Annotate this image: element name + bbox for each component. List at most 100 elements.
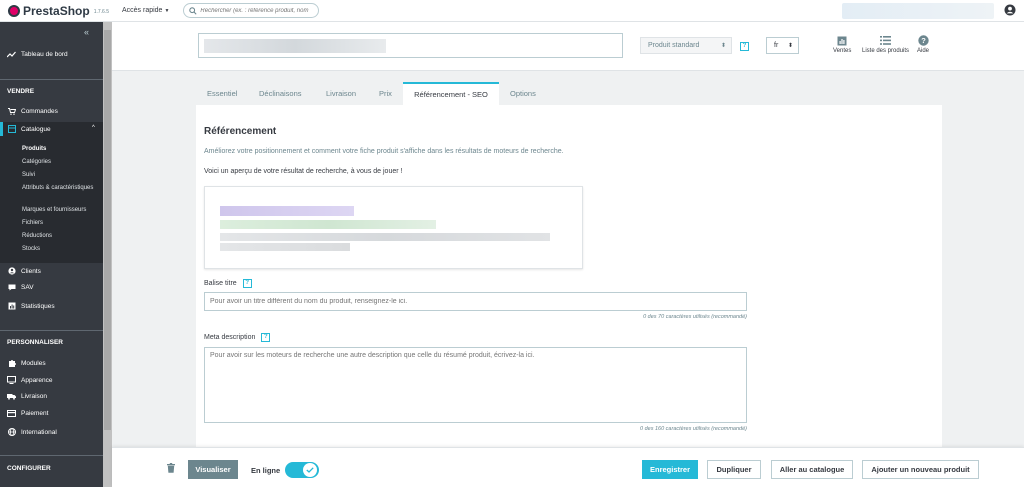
meta-description-counter: 0 des 160 caractères utilisés (recommand… xyxy=(640,426,747,432)
seo-panel: Référencement Améliorez votre positionne… xyxy=(196,105,942,447)
submenu-item-attributes[interactable]: Attributs & caractéristiques xyxy=(22,185,102,192)
help-label: Aide xyxy=(917,48,930,54)
submenu-item-discounts[interactable]: Réductions xyxy=(22,233,102,240)
sidebar-item-label: SAV xyxy=(21,284,34,291)
add-new-product-button[interactable]: Ajouter un nouveau produit xyxy=(862,460,979,479)
sidebar-item-dashboard[interactable]: Tableau de bord xyxy=(7,51,68,58)
save-button[interactable]: Enregistrer xyxy=(642,460,698,479)
sidebar-item-label: Livraison xyxy=(21,393,48,400)
product-name-input[interactable] xyxy=(198,33,623,58)
top-header: PrestaShop 1.7.6.5 Accès rapide ▼ xyxy=(0,0,1024,22)
version-number: 1.7.6.5 xyxy=(93,9,109,15)
caret-down-icon: ▼ xyxy=(164,7,170,14)
truck-icon xyxy=(7,393,16,400)
help-icon[interactable]: ? xyxy=(261,333,271,342)
sidebar-item-catalog[interactable]: Catalogue xyxy=(7,125,51,133)
catalog-icon xyxy=(7,125,16,133)
go-to-catalog-button[interactable]: Aller au catalogue xyxy=(771,460,853,479)
search-bar[interactable] xyxy=(183,3,320,18)
trash-icon[interactable] xyxy=(167,463,175,475)
monitor-icon xyxy=(7,376,16,384)
help-button[interactable]: ? Aide xyxy=(917,35,929,54)
sidebar-item-customers[interactable]: Clients xyxy=(7,267,41,275)
sidebar: « Tableau de bord VENDRE Commandes Catal… xyxy=(0,22,103,487)
sidebar-item-international[interactable]: International xyxy=(7,428,57,436)
help-icon[interactable]: ? xyxy=(740,42,749,51)
tab-options[interactable]: Options xyxy=(510,82,536,105)
sales-label: Ventes xyxy=(833,48,852,54)
tab-essentials[interactable]: Essentiel xyxy=(207,82,237,105)
sidebar-item-modules[interactable]: Modules xyxy=(7,359,46,367)
submenu-item-categories[interactable]: Catégories xyxy=(22,159,102,166)
svg-text:?: ? xyxy=(921,36,926,45)
meta-title-label-text: Balise titre xyxy=(204,280,237,287)
sidebar-item-label: Apparence xyxy=(21,376,53,384)
account-icon[interactable] xyxy=(1004,4,1016,18)
user-icon xyxy=(7,267,16,275)
online-toggle[interactable] xyxy=(285,462,319,478)
sidebar-item-label: Statistiques xyxy=(21,302,55,310)
meta-description-label: Meta description ? xyxy=(204,333,271,342)
product-list-button[interactable]: Liste des produits xyxy=(862,35,909,54)
list-icon xyxy=(880,35,892,46)
bar-chart-icon xyxy=(7,302,16,310)
credit-card-icon xyxy=(7,410,16,417)
meta-description-textarea[interactable] xyxy=(204,347,747,423)
product-header: Produit standard ⬍ ? fr ⬍ Ventes Liste d… xyxy=(112,22,1024,71)
search-result-preview xyxy=(204,186,583,269)
active-indicator xyxy=(0,122,3,136)
divider xyxy=(0,330,103,331)
tab-seo[interactable]: Référencement - SEO xyxy=(403,82,499,105)
sidebar-item-support[interactable]: SAV xyxy=(7,284,34,291)
scrollbar-thumb[interactable] xyxy=(104,30,111,430)
prestashop-logo[interactable]: PrestaShop 1.7.6.5 xyxy=(8,4,109,18)
tab-combinations[interactable]: Déclinaisons xyxy=(259,82,302,105)
help-icon[interactable]: ? xyxy=(242,279,252,288)
sidebar-item-orders[interactable]: Commandes xyxy=(7,108,58,115)
sidebar-item-stats[interactable]: Statistiques xyxy=(7,302,55,310)
help-circle-icon: ? xyxy=(917,35,929,46)
meta-description-label-text: Meta description xyxy=(204,334,256,341)
cart-icon xyxy=(7,108,16,115)
meta-title-label: Balise titre ? xyxy=(204,279,252,288)
sidebar-item-label: Clients xyxy=(21,267,41,275)
search-icon[interactable] xyxy=(189,6,197,15)
language-select[interactable]: fr ⬍ xyxy=(766,37,799,54)
section-sell: VENDRE xyxy=(7,88,35,95)
sidebar-item-label: Tableau de bord xyxy=(21,51,68,58)
collapse-menu-icon[interactable]: « xyxy=(84,27,89,37)
submenu-item-stocks[interactable]: Stocks xyxy=(22,246,102,253)
duplicate-button[interactable]: Dupliquer xyxy=(707,460,761,479)
sales-button[interactable]: Ventes xyxy=(833,35,851,54)
sidebar-item-appearance[interactable]: Apparence xyxy=(7,376,52,384)
product-name-blurred xyxy=(204,39,386,53)
footer-action-bar: Visualiser En ligne Enregistrer Duplique… xyxy=(112,447,1024,487)
tab-pricing[interactable]: Prix xyxy=(379,82,392,105)
submenu-item-files[interactable]: Fichiers xyxy=(22,220,102,227)
tab-shipping[interactable]: Livraison xyxy=(326,82,356,105)
submenu-item-monitoring[interactable]: Suivi xyxy=(22,172,102,179)
product-type-select[interactable]: Produit standard ⬍ xyxy=(640,37,732,54)
online-label: En ligne xyxy=(251,466,281,475)
language-value: fr xyxy=(774,42,779,49)
submenu-item-brands[interactable]: Marques et fournisseurs xyxy=(22,207,102,214)
shop-name-blurred[interactable] xyxy=(842,3,994,19)
puzzle-icon xyxy=(7,359,16,367)
chat-icon xyxy=(7,284,16,291)
submenu-item-products[interactable]: Produits xyxy=(22,146,102,153)
sidebar-item-shipping[interactable]: Livraison xyxy=(7,393,47,400)
product-list-label: Liste des produits xyxy=(862,48,910,54)
divider xyxy=(0,79,103,80)
meta-title-input[interactable] xyxy=(204,292,747,311)
meta-title-counter: 0 des 70 caractères utilisés (recommandé… xyxy=(643,314,747,320)
search-input[interactable] xyxy=(200,7,316,14)
bar-chart-icon xyxy=(837,35,847,46)
quick-access-dropdown[interactable]: Accès rapide ▼ xyxy=(122,7,169,14)
check-icon xyxy=(303,463,317,477)
preview-url-blurred xyxy=(220,220,436,229)
preview-button[interactable]: Visualiser xyxy=(188,460,238,479)
preview-description-blurred xyxy=(220,233,550,241)
section-customize: PERSONNALISER xyxy=(7,339,63,346)
preview-label: Voici un aperçu de votre résultat de rec… xyxy=(204,168,403,175)
sidebar-item-payment[interactable]: Paiement xyxy=(7,410,48,417)
